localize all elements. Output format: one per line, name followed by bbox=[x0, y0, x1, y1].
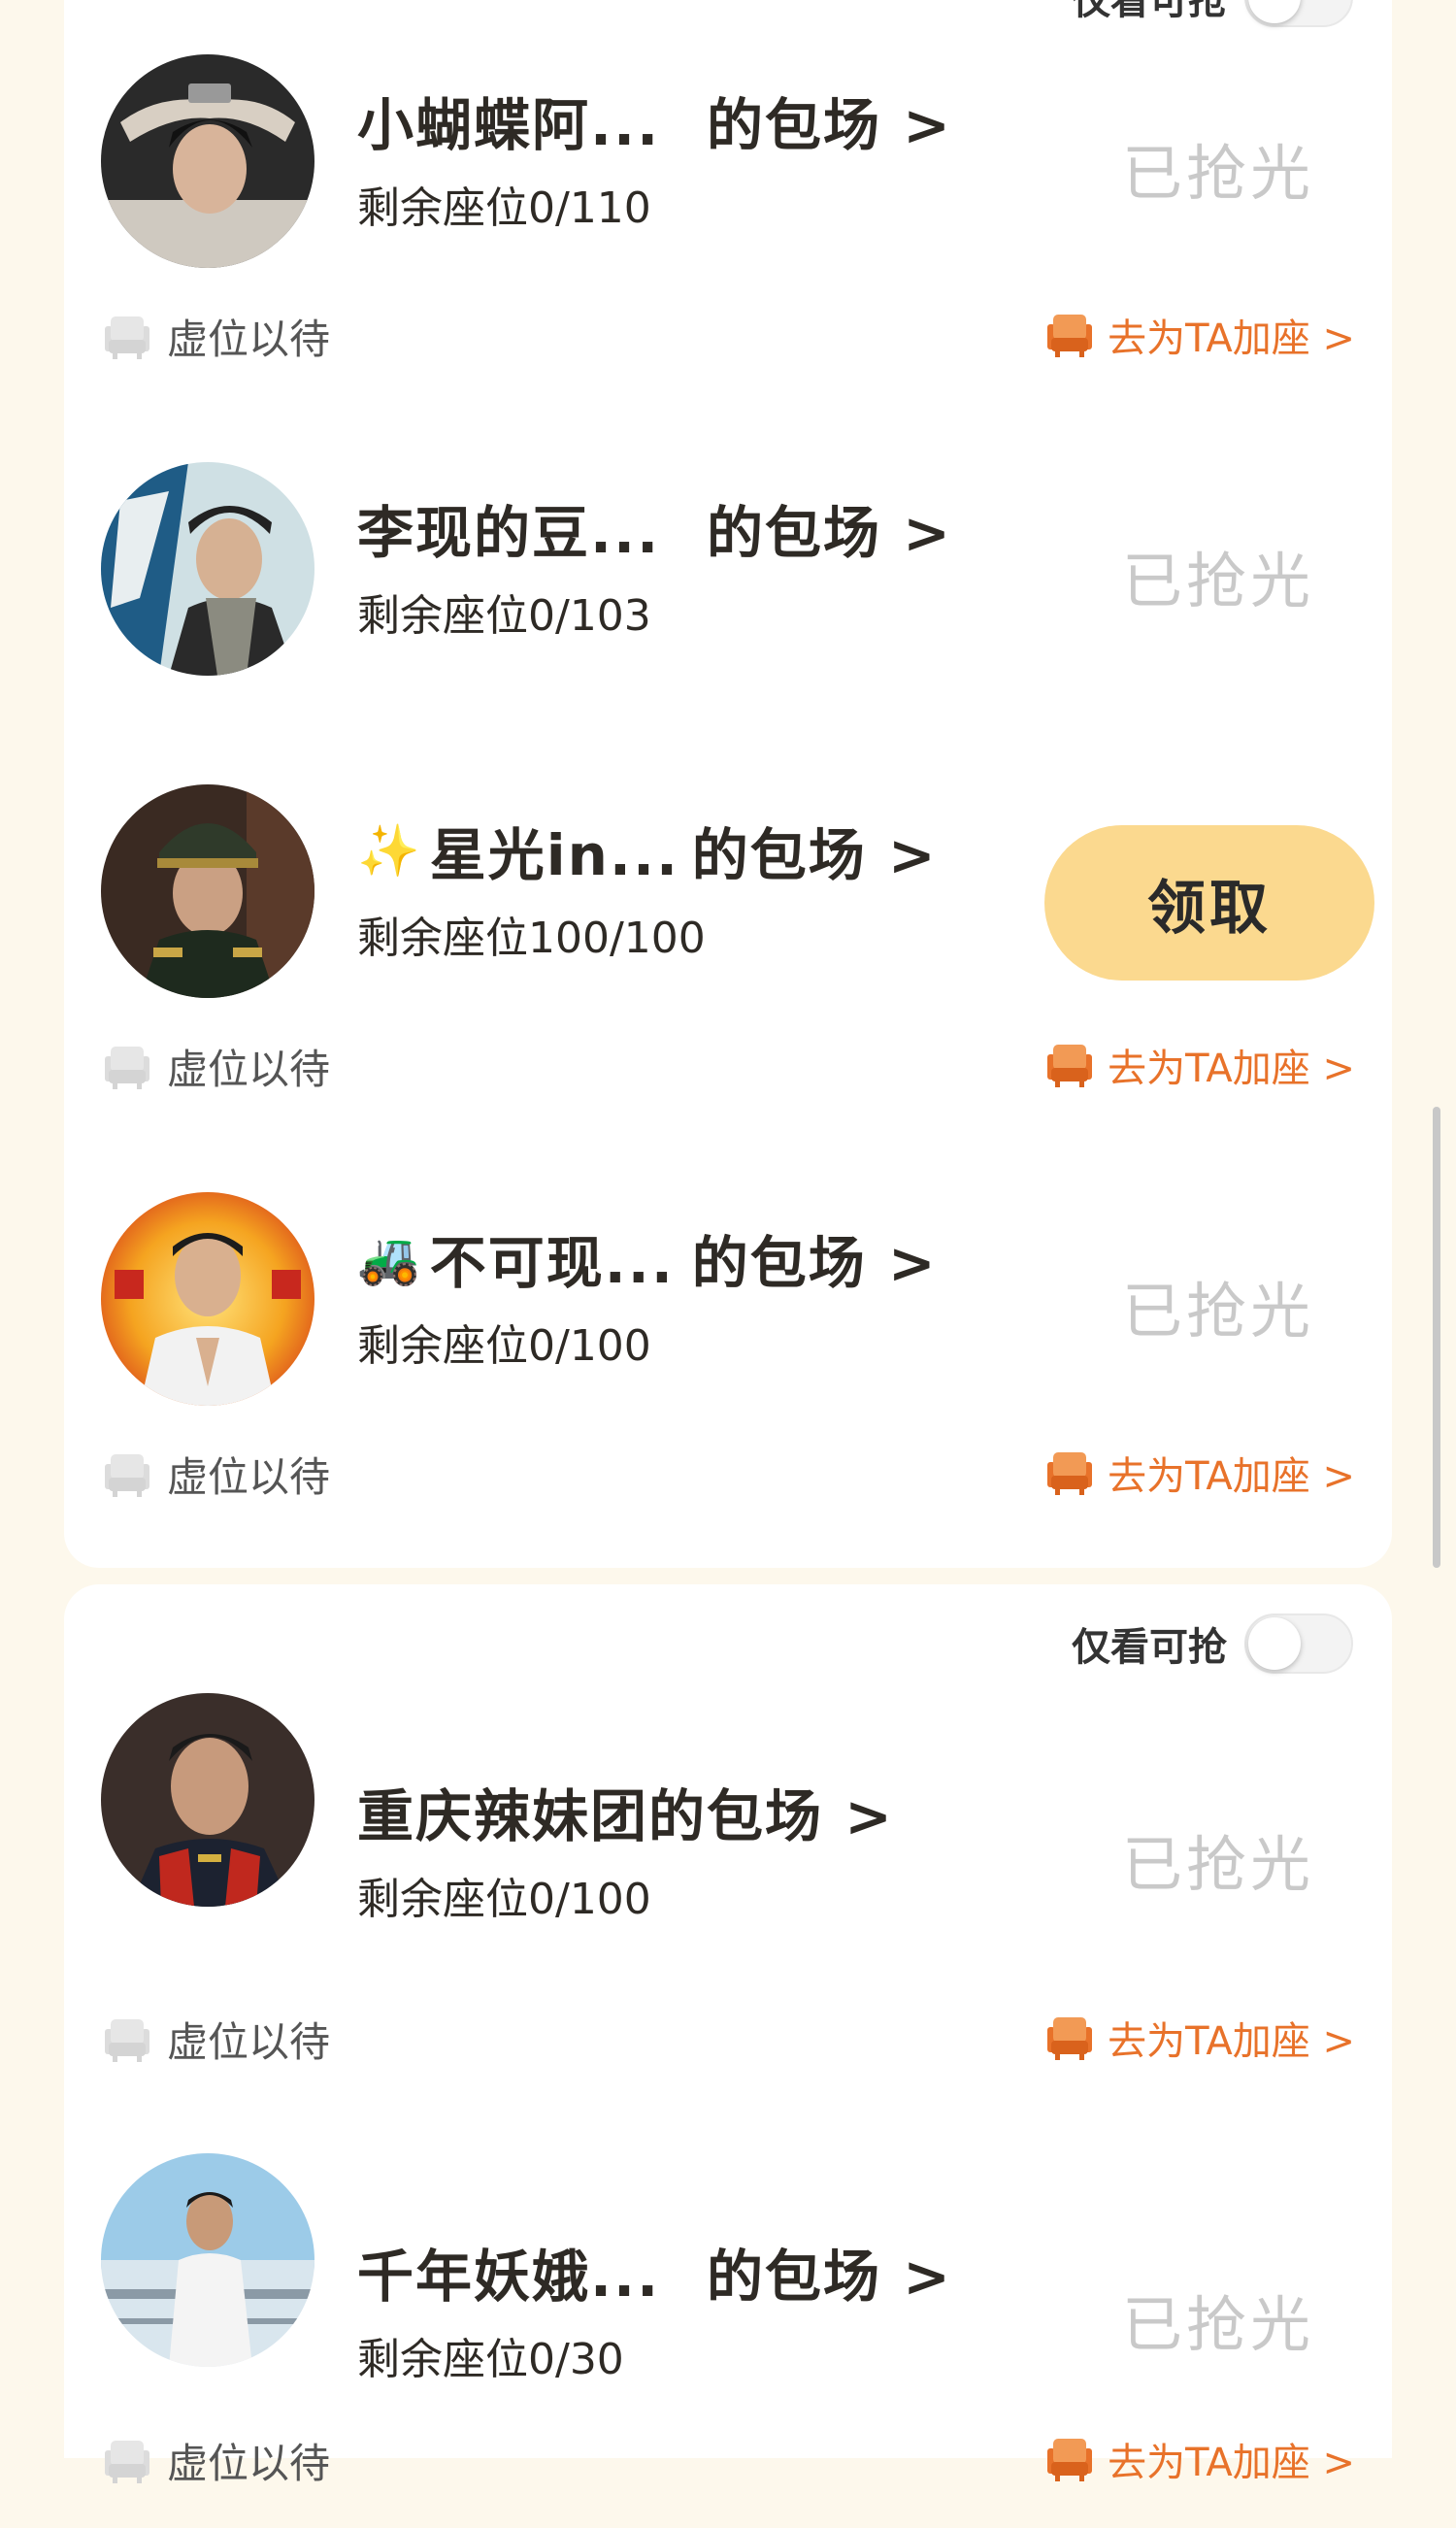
remaining-seats: 剩余座位0/103 bbox=[357, 591, 651, 641]
sold-out-status: 已抢光 bbox=[1122, 138, 1315, 209]
seat-icon bbox=[101, 1043, 153, 1091]
remaining-seats: 剩余座位0/110 bbox=[357, 183, 651, 233]
seat-icon bbox=[1043, 2435, 1096, 2483]
waiting-seat-info: 虚位以待 bbox=[101, 2010, 330, 2069]
cinema-list-card: 仅看可抢 重庆辣妹团 的包场 > 剩余座位0/100 已抢光 虚位以待 去为TA… bbox=[64, 1584, 1392, 2487]
add-seat-link[interactable]: 去为TA加座 > bbox=[1043, 307, 1355, 363]
list-item[interactable]: 小蝴蝶阿... 的包场 > 剩余座位0/110 已抢光 虚位以待 去为TA加座 … bbox=[64, 0, 1392, 388]
add-seat-label: 去为TA加座 > bbox=[1108, 1047, 1355, 1091]
add-seat-label: 去为TA加座 > bbox=[1108, 2441, 1355, 2485]
entry-title[interactable]: ✨ 星光in... 的包场 > bbox=[357, 810, 938, 891]
seat-icon bbox=[1043, 1448, 1096, 1497]
title-suffix: 的包场 > bbox=[707, 92, 952, 158]
add-seat-link[interactable]: 去为TA加座 > bbox=[1043, 1037, 1355, 1093]
seat-icon bbox=[1043, 311, 1096, 359]
host-name: 千年妖娥... bbox=[357, 2244, 661, 2310]
list-item[interactable]: ✨ 星光in... 的包场 > 剩余座位100/100 领取 虚位以待 去为TA… bbox=[64, 730, 1392, 1118]
sold-out-status: 已抢光 bbox=[1122, 1829, 1315, 1900]
seat-icon bbox=[101, 1450, 153, 1499]
add-seat-label: 去为TA加座 > bbox=[1108, 316, 1355, 361]
scrollbar[interactable] bbox=[1433, 1107, 1440, 1568]
cinema-list-card: 仅看可抢 小蝴蝶阿... 的包场 > 剩余座位0/110 已抢光 虚位以待 去为… bbox=[64, 0, 1392, 1568]
waiting-label: 虚位以待 bbox=[167, 2018, 331, 2066]
host-name: 小蝴蝶阿... bbox=[357, 92, 661, 158]
sold-out-status: 已抢光 bbox=[1122, 1276, 1315, 1347]
entry-title[interactable]: 小蝴蝶阿... 的包场 > bbox=[357, 80, 952, 161]
title-suffix: 的包场 > bbox=[691, 1230, 938, 1296]
sold-out-status: 已抢光 bbox=[1122, 546, 1315, 616]
sparkle-icon: ✨ bbox=[357, 821, 422, 881]
entry-title[interactable]: 李现的豆... 的包场 > bbox=[357, 487, 952, 569]
avatar bbox=[101, 462, 314, 676]
avatar bbox=[101, 1192, 314, 1406]
filter-label: 仅看可抢 bbox=[1072, 1625, 1227, 1670]
available-only-toggle[interactable] bbox=[1244, 1613, 1353, 1674]
add-seat-label: 去为TA加座 > bbox=[1108, 1454, 1355, 1499]
add-seat-link[interactable]: 去为TA加座 > bbox=[1043, 2431, 1355, 2487]
avatar bbox=[101, 784, 314, 998]
tractor-icon: 🚜 bbox=[357, 1229, 422, 1288]
waiting-seat-info: 虚位以待 bbox=[101, 2431, 330, 2490]
filter-row: 仅看可抢 bbox=[1072, 1613, 1353, 1674]
toggle-knob bbox=[1248, 1617, 1301, 1670]
sold-out-status: 已抢光 bbox=[1122, 2289, 1315, 2360]
add-seat-link[interactable]: 去为TA加座 > bbox=[1043, 1445, 1355, 1501]
waiting-seat-info: 虚位以待 bbox=[101, 1445, 330, 1504]
list-item[interactable]: 千年妖娥... 的包场 > 剩余座位0/30 已抢光 虚位以待 去为TA加座 > bbox=[64, 2140, 1392, 2528]
host-name: 星光in... bbox=[429, 822, 680, 888]
remaining-seats: 剩余座位0/100 bbox=[357, 1321, 651, 1371]
waiting-seat-info: 虚位以待 bbox=[101, 1037, 330, 1096]
waiting-label: 虚位以待 bbox=[167, 1046, 331, 1093]
waiting-label: 虚位以待 bbox=[167, 316, 331, 363]
remaining-seats: 剩余座位0/30 bbox=[357, 2335, 624, 2384]
seat-icon bbox=[1043, 1041, 1096, 1089]
waiting-label: 虚位以待 bbox=[167, 1453, 331, 1501]
host-name: 不可现... bbox=[429, 1230, 675, 1296]
host-name: 李现的豆... bbox=[357, 500, 661, 566]
avatar bbox=[101, 54, 314, 268]
title-suffix: 的包场 > bbox=[707, 500, 952, 566]
host-name: 重庆辣妹团 bbox=[357, 1783, 649, 1849]
list-item[interactable]: 重庆辣妹团 的包场 > 剩余座位0/100 已抢光 虚位以待 去为TA加座 > bbox=[64, 1687, 1392, 2076]
entry-title[interactable]: 千年妖娥... 的包场 > bbox=[357, 2231, 952, 2312]
seat-icon bbox=[1043, 2013, 1096, 2062]
avatar bbox=[101, 2153, 314, 2367]
waiting-seat-info: 虚位以待 bbox=[101, 307, 330, 366]
claim-button[interactable]: 领取 bbox=[1044, 825, 1374, 981]
remaining-seats: 剩余座位0/100 bbox=[357, 1875, 651, 1924]
entry-title[interactable]: 重庆辣妹团 的包场 > bbox=[357, 1771, 894, 1852]
entry-title[interactable]: 🚜 不可现... 的包场 > bbox=[357, 1217, 938, 1299]
list-item[interactable]: 🚜 不可现... 的包场 > 剩余座位0/100 已抢光 虚位以待 去为TA加座… bbox=[64, 1138, 1392, 1526]
title-suffix: 的包场 > bbox=[707, 2244, 952, 2310]
title-suffix: 的包场 > bbox=[691, 822, 938, 888]
title-suffix: 的包场 > bbox=[648, 1783, 894, 1849]
seat-icon bbox=[101, 2437, 153, 2485]
avatar bbox=[101, 1693, 314, 1907]
seat-icon bbox=[101, 313, 153, 361]
add-seat-link[interactable]: 去为TA加座 > bbox=[1043, 2010, 1355, 2066]
remaining-seats: 剩余座位100/100 bbox=[357, 914, 706, 963]
add-seat-label: 去为TA加座 > bbox=[1108, 2019, 1355, 2064]
waiting-label: 虚位以待 bbox=[167, 2440, 331, 2487]
seat-icon bbox=[101, 2015, 153, 2064]
